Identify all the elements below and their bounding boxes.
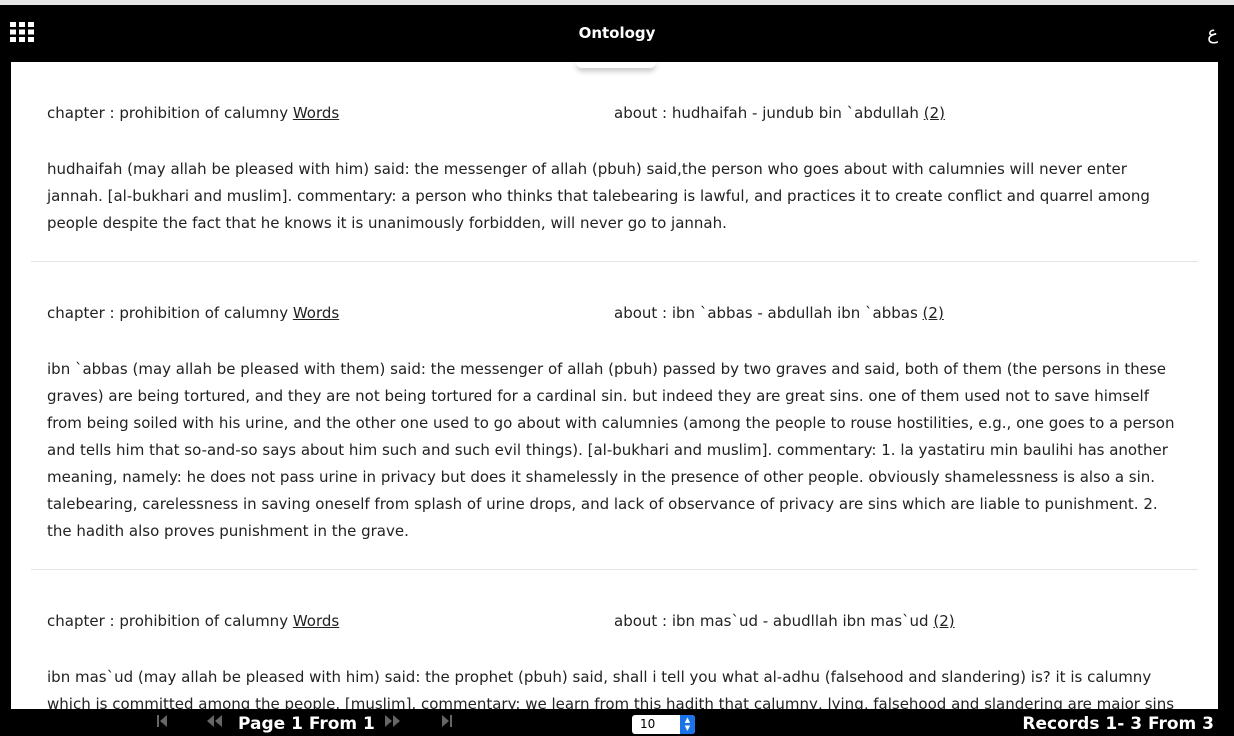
stepper-arrows-icon[interactable]: ▲ ▼ (680, 715, 695, 734)
record-item: chapter : prohibition of calumny Words a… (31, 570, 1198, 709)
chapter-label: chapter : prohibition of calumny (47, 612, 293, 630)
first-page-icon[interactable] (155, 713, 169, 732)
record-about: about : ibn mas`ud - abudllah ibn mas`ud… (614, 612, 955, 630)
record-chapter: chapter : prohibition of calumny Words (47, 304, 339, 322)
page-title: Ontology (578, 24, 656, 42)
chapter-words-link[interactable]: Words (293, 304, 339, 322)
chapter-label: chapter : prohibition of calumny (47, 304, 293, 322)
next-page-icon[interactable] (384, 713, 402, 732)
record-chapter: chapter : prohibition of calumny Words (47, 104, 339, 122)
record-chapter: chapter : prohibition of calumny Words (47, 612, 339, 630)
page-size-value: 10 (640, 717, 656, 731)
record-about: about : hudhaifah - jundub bin `abdullah… (614, 104, 945, 122)
about-label: about : ibn mas`ud - abudllah ibn mas`ud (614, 612, 934, 630)
record-text: ibn `abbas (may allah be pleased with th… (47, 360, 1175, 540)
app-header: Ontology ع (0, 5, 1234, 62)
record-meta: chapter : prohibition of calumny Words a… (31, 62, 1198, 122)
record-text: hudhaifah (may allah be pleased with him… (47, 160, 1150, 232)
language-toggle-button[interactable]: ع (1207, 23, 1218, 44)
last-page-icon[interactable] (440, 713, 454, 732)
chapter-words-link[interactable]: Words (293, 104, 339, 122)
about-count-link[interactable]: (2) (933, 612, 954, 630)
record-meta: chapter : prohibition of calumny Words a… (31, 570, 1198, 630)
records-list: chapter : prohibition of calumny Words a… (11, 62, 1218, 709)
record-item: chapter : prohibition of calumny Words a… (31, 262, 1198, 570)
record-meta: chapter : prohibition of calumny Words a… (31, 262, 1198, 322)
previous-page-icon[interactable] (205, 713, 223, 732)
about-count-link[interactable]: (2) (923, 304, 944, 322)
about-count-link[interactable]: (2) (924, 104, 945, 122)
record-item: chapter : prohibition of calumny Words a… (31, 62, 1198, 262)
page-size-stepper[interactable]: 10 ▲ ▼ (632, 715, 695, 734)
chapter-words-link[interactable]: Words (293, 612, 339, 630)
record-text: ibn mas`ud (may allah be pleased with hi… (47, 668, 1175, 709)
chapter-label: chapter : prohibition of calumny (47, 104, 293, 122)
about-label: about : ibn `abbas - abdullah ibn `abbas (614, 304, 923, 322)
record-about: about : ibn `abbas - abdullah ibn `abbas… (614, 304, 944, 322)
pagination-bar: Page 1 From 1 10 ▲ ▼ Records 1- 3 From 3 (0, 709, 1234, 736)
page-indicator: Page 1 From 1 (238, 714, 375, 734)
records-count: Records 1- 3 From 3 (1022, 714, 1214, 734)
about-label: about : hudhaifah - jundub bin `abdullah (614, 104, 924, 122)
